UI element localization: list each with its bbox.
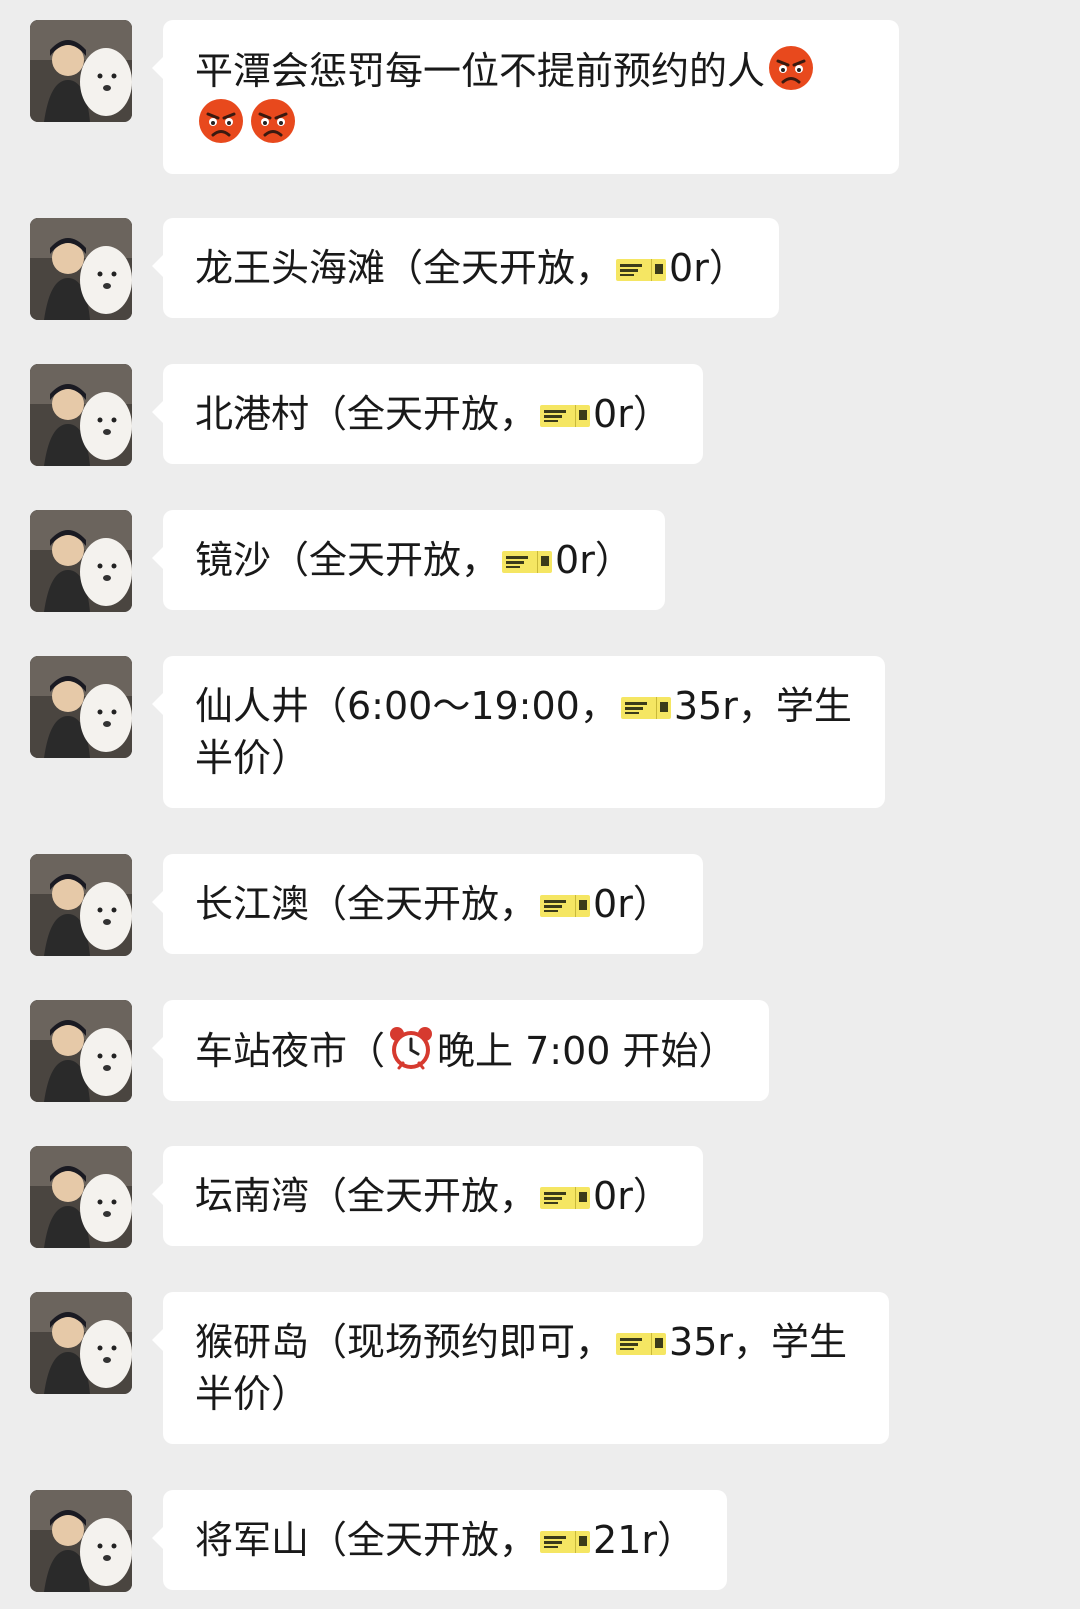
message-bubble[interactable]: 北港村（全天开放， 0r） <box>152 364 703 464</box>
avatar[interactable] <box>30 20 132 122</box>
message-text: 0r） <box>593 882 671 926</box>
ticket-icon <box>616 1333 667 1355</box>
angry-face-icon <box>199 99 243 143</box>
message-bubble[interactable]: 平潭会惩罚每一位不提前预约的人 <box>152 20 899 174</box>
avatar[interactable] <box>30 218 132 320</box>
avatar[interactable] <box>30 364 132 466</box>
avatar[interactable] <box>30 1490 132 1592</box>
message-text: 0r） <box>593 392 671 436</box>
avatar[interactable] <box>30 1000 132 1102</box>
message-text: 猴研岛（现场预约即可， <box>195 1320 614 1364</box>
avatar[interactable] <box>30 854 132 956</box>
ticket-icon <box>540 405 591 427</box>
message-text: 0r） <box>555 538 633 582</box>
angry-face-icon <box>769 46 814 90</box>
ticket-icon <box>540 1531 591 1553</box>
message-bubble[interactable]: 仙人井（6:00～19:00， 35r，学生半价） <box>152 656 885 808</box>
message-bubble[interactable]: 镜沙（全天开放， 0r） <box>152 510 665 610</box>
message-text: 平潭会惩罚每一位不提前预约的人 <box>195 49 766 93</box>
alarm-clock-icon <box>390 1027 433 1070</box>
message-text: 镜沙（全天开放， <box>195 538 500 582</box>
message-bubble[interactable]: 将军山（全天开放， 21r） <box>152 1490 727 1590</box>
message-text: 0r） <box>593 1174 671 1218</box>
message-text: 车站夜市（ <box>195 1029 386 1073</box>
avatar[interactable] <box>30 1292 132 1394</box>
ticket-icon <box>502 551 553 573</box>
message-bubble[interactable]: 长江澳（全天开放， 0r） <box>152 854 703 954</box>
angry-face-icon <box>251 99 295 143</box>
message-bubble[interactable]: 龙王头海滩（全天开放， 0r） <box>152 218 779 318</box>
message-text: 坛南湾（全天开放， <box>195 1174 538 1218</box>
message-text: 长江澳（全天开放， <box>195 882 538 926</box>
message-text: 21r） <box>593 1518 695 1562</box>
message-text: 仙人井（6:00～19:00， <box>195 684 618 728</box>
ticket-icon <box>620 697 671 719</box>
message-text: 北港村（全天开放， <box>195 392 538 436</box>
avatar[interactable] <box>30 656 132 758</box>
ticket-icon <box>616 259 667 281</box>
avatar[interactable] <box>30 1146 132 1248</box>
message-text: 将军山（全天开放， <box>195 1518 538 1562</box>
chat-list: 平潭会惩罚每一位不提前预约的人 龙王头海滩（全天开放， 0r） 北港村（全天开放… <box>0 0 1080 1609</box>
message-bubble[interactable]: 坛南湾（全天开放， 0r） <box>152 1146 703 1246</box>
message-text: 龙王头海滩（全天开放， <box>195 246 614 290</box>
message-bubble[interactable]: 猴研岛（现场预约即可， 35r，学生半价） <box>152 1292 889 1444</box>
message-bubble[interactable]: 车站夜市（ 晚上 7:00 开始） <box>152 1000 769 1101</box>
ticket-icon <box>540 1187 591 1209</box>
message-text: 晚上 7:00 开始） <box>437 1029 737 1073</box>
message-text: 0r） <box>669 246 747 290</box>
ticket-icon <box>540 895 591 917</box>
avatar[interactable] <box>30 510 132 612</box>
